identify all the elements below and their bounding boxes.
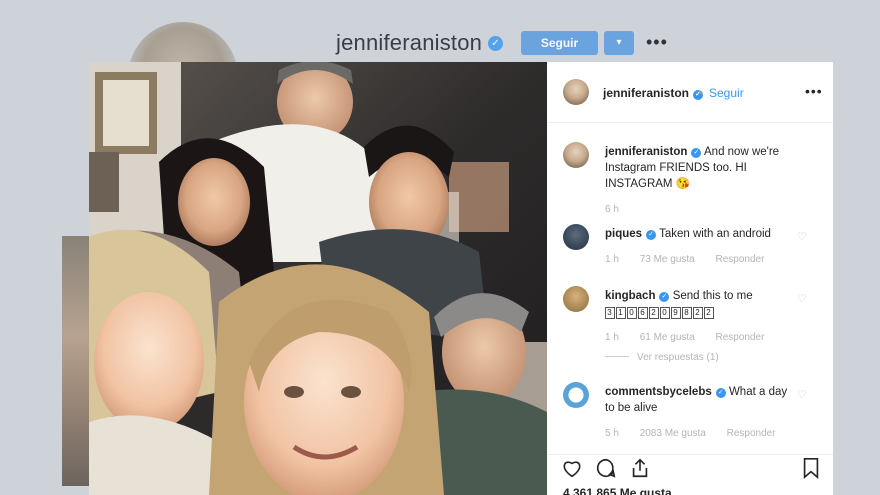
likes-count[interactable]: 4.361.865 Me gusta bbox=[563, 486, 672, 495]
divider bbox=[605, 356, 629, 357]
follow-button[interactable]: Seguir bbox=[521, 31, 598, 55]
avatar[interactable] bbox=[563, 286, 589, 312]
avatar[interactable] bbox=[563, 142, 589, 168]
avatar[interactable] bbox=[563, 382, 589, 408]
post-header: jenniferaniston ✓ • Seguir ••• bbox=[547, 62, 833, 123]
post-photo[interactable] bbox=[89, 62, 547, 495]
selfie-image bbox=[89, 62, 547, 495]
separator-dot: • bbox=[699, 86, 704, 100]
heart-icon[interactable]: ♡ bbox=[797, 388, 809, 401]
verified-icon: ✓ bbox=[715, 388, 726, 398]
heart-icon[interactable] bbox=[561, 457, 583, 484]
comment-likes[interactable]: 73 Me gusta bbox=[640, 254, 695, 265]
comment-time: 5 h bbox=[605, 428, 619, 439]
comment-text: kingbach ✓ Send this to me 3106209822 bbox=[605, 288, 795, 320]
comment-text: commentsbycelebs ✓ What a day to be alive bbox=[605, 384, 795, 416]
follow-link[interactable]: Seguir bbox=[709, 86, 744, 100]
comment-author[interactable]: commentsbycelebs bbox=[605, 386, 712, 398]
view-replies-link[interactable]: Ver respuestas (1) bbox=[605, 352, 737, 363]
comment-code: 3106209822 bbox=[605, 306, 715, 319]
comment-text: piques ✓ Taken with an android bbox=[605, 226, 795, 242]
verified-icon: ✓ bbox=[659, 292, 670, 302]
action-bar bbox=[547, 454, 833, 485]
comment-time: 1 h bbox=[605, 332, 619, 343]
comment-meta: 5 h 2083 Me gusta Responder bbox=[605, 428, 794, 439]
bookmark-icon[interactable] bbox=[801, 457, 821, 484]
post-side-panel: jenniferaniston ✓ • Seguir ••• jenniferan… bbox=[547, 62, 833, 495]
kiss-emoji-icon: 😘 bbox=[675, 178, 691, 190]
comment-icon[interactable] bbox=[595, 457, 617, 484]
chevron-down-icon[interactable]: ▾ bbox=[604, 31, 634, 55]
avatar[interactable] bbox=[563, 224, 589, 250]
verified-icon: ✓ bbox=[646, 230, 657, 240]
caption-text: jenniferaniston ✓ And now we're Instagram… bbox=[605, 144, 795, 192]
caption-author[interactable]: jenniferaniston bbox=[605, 146, 687, 158]
post-author-name[interactable]: jenniferaniston bbox=[603, 86, 689, 100]
comment-meta: 1 h 73 Me gusta Responder bbox=[605, 254, 782, 265]
verified-icon: ✓ bbox=[488, 36, 503, 51]
reply-link[interactable]: Responder bbox=[716, 254, 765, 265]
post-author[interactable]: jenniferaniston ✓ bbox=[603, 86, 704, 100]
comment-meta: 1 h 61 Me gusta Responder bbox=[605, 332, 782, 343]
comment-author[interactable]: kingbach bbox=[605, 290, 655, 302]
reply-link[interactable]: Responder bbox=[716, 332, 765, 343]
more-options-icon[interactable]: ••• bbox=[805, 83, 823, 99]
more-options-icon[interactable]: ••• bbox=[646, 32, 668, 53]
comment-body: Taken with an android bbox=[659, 228, 771, 240]
caption-time: 6 h bbox=[605, 204, 619, 215]
comment-author[interactable]: piques bbox=[605, 228, 642, 240]
comment-likes[interactable]: 2083 Me gusta bbox=[640, 428, 706, 439]
profile-username: jenniferaniston bbox=[336, 30, 483, 55]
share-icon[interactable] bbox=[629, 457, 651, 484]
grid-thumbnail[interactable] bbox=[62, 236, 90, 486]
comment-body: Send this to me bbox=[672, 290, 753, 302]
comment-time: 1 h bbox=[605, 254, 619, 265]
verified-icon: ✓ bbox=[691, 148, 702, 158]
comment-likes[interactable]: 61 Me gusta bbox=[640, 332, 695, 343]
heart-icon[interactable]: ♡ bbox=[797, 292, 809, 305]
heart-icon[interactable]: ♡ bbox=[797, 230, 809, 243]
avatar[interactable] bbox=[563, 79, 589, 105]
reply-link[interactable]: Responder bbox=[727, 428, 776, 439]
